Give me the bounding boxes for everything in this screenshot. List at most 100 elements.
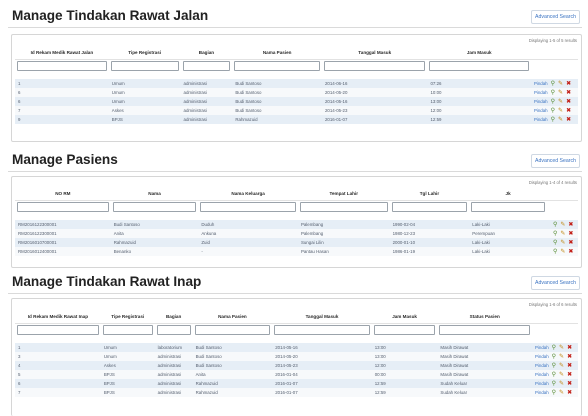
filter-input[interactable] [156, 325, 191, 336]
pindah-link[interactable]: Pindah [535, 345, 549, 350]
edit-icon[interactable]: ✎ [559, 380, 564, 387]
delete-icon[interactable]: ✖ [568, 221, 573, 228]
column-header[interactable]: Jam Masuk [371, 311, 438, 324]
delete-icon[interactable]: ✖ [568, 248, 573, 255]
pindah-link[interactable]: Pindah [535, 354, 549, 359]
view-icon[interactable]: ⚲ [553, 221, 557, 228]
pindah-link[interactable]: Pindah [534, 81, 548, 86]
view-icon[interactable]: ⚲ [552, 389, 556, 396]
filter-input[interactable] [373, 325, 436, 336]
page-title: Manage Pasiens [12, 152, 118, 167]
filter-input[interactable] [17, 61, 107, 72]
edit-icon[interactable]: ✎ [558, 116, 563, 123]
column-header[interactable]: Bagian [154, 311, 193, 324]
filter-input[interactable] [194, 325, 271, 336]
view-icon[interactable]: ⚲ [551, 107, 555, 114]
filter-input[interactable] [323, 61, 426, 72]
edit-icon[interactable]: ✎ [558, 89, 563, 96]
column-header[interactable]: Bagian [180, 47, 233, 60]
filter-input[interactable] [112, 202, 197, 213]
pindah-link[interactable]: Pindah [535, 390, 549, 395]
column-header[interactable]: Id Rekam Medik Rawat Inap [15, 311, 101, 324]
column-header[interactable]: NO RM [15, 188, 111, 201]
edit-icon[interactable]: ✎ [558, 80, 563, 87]
delete-icon[interactable]: ✖ [566, 107, 571, 114]
view-icon[interactable]: ⚲ [552, 353, 556, 360]
edit-icon[interactable]: ✎ [560, 239, 565, 246]
view-icon[interactable]: ⚲ [552, 344, 556, 351]
pindah-link[interactable]: Pindah [534, 117, 548, 122]
view-icon[interactable]: ⚲ [553, 239, 557, 246]
filter-input[interactable] [274, 325, 370, 336]
column-header[interactable]: Jam Masuk [427, 47, 531, 60]
pindah-link[interactable]: Pindah [534, 108, 548, 113]
column-header[interactable]: Status Pasien [437, 311, 532, 324]
edit-icon[interactable]: ✎ [560, 221, 565, 228]
view-icon[interactable]: ⚲ [552, 371, 556, 378]
delete-icon[interactable]: ✖ [567, 371, 572, 378]
edit-icon[interactable]: ✎ [560, 248, 565, 255]
advanced-search-button[interactable]: Advanced Search [531, 10, 580, 24]
filter-input[interactable] [471, 202, 545, 213]
pindah-link[interactable]: Pindah [535, 381, 549, 386]
data-table: Id Rekam Medik Rawat Inap Tipe Registras… [15, 311, 578, 397]
pindah-link[interactable]: Pindah [535, 372, 549, 377]
delete-icon[interactable]: ✖ [567, 380, 572, 387]
filter-input[interactable] [429, 61, 529, 72]
filter-input[interactable] [110, 61, 179, 72]
column-header[interactable]: Tipe Registrasi [100, 311, 155, 324]
edit-icon[interactable]: ✎ [559, 389, 564, 396]
view-icon[interactable]: ⚲ [553, 230, 557, 237]
filter-input[interactable] [102, 325, 153, 336]
column-header[interactable]: Tipe Registrasi [108, 47, 181, 60]
column-header[interactable]: Jk [469, 188, 547, 201]
column-header[interactable]: Nama Pasien [192, 311, 273, 324]
delete-icon[interactable]: ✖ [568, 230, 573, 237]
delete-icon[interactable]: ✖ [567, 389, 572, 396]
column-header[interactable]: Nama Pasien [232, 47, 322, 60]
pindah-link[interactable]: Pindah [534, 90, 548, 95]
delete-icon[interactable]: ✖ [567, 362, 572, 369]
filter-input[interactable] [200, 202, 296, 213]
delete-icon[interactable]: ✖ [568, 239, 573, 246]
delete-icon[interactable]: ✖ [566, 89, 571, 96]
column-header[interactable]: Nama [110, 188, 199, 201]
delete-icon[interactable]: ✖ [566, 116, 571, 123]
pindah-link[interactable]: Pindah [535, 363, 549, 368]
edit-icon[interactable]: ✎ [559, 362, 564, 369]
filter-input[interactable] [182, 61, 231, 72]
edit-icon[interactable]: ✎ [558, 98, 563, 105]
view-icon[interactable]: ⚲ [551, 80, 555, 87]
column-header[interactable]: Tgl Lahir [389, 188, 470, 201]
view-icon[interactable]: ⚲ [551, 89, 555, 96]
filter-input[interactable] [299, 202, 388, 213]
advanced-search-button[interactable]: Advanced Search [531, 276, 580, 290]
edit-icon[interactable]: ✎ [560, 230, 565, 237]
column-header[interactable]: Id Rekam Medik Rawat Jalan [15, 47, 109, 60]
column-header[interactable]: Tanggal Masuk [321, 47, 428, 60]
filter-input[interactable] [234, 61, 320, 72]
filter-input[interactable] [17, 325, 99, 336]
edit-icon[interactable]: ✎ [558, 107, 563, 114]
delete-icon[interactable]: ✖ [567, 344, 572, 351]
view-icon[interactable]: ⚲ [552, 380, 556, 387]
column-header[interactable]: Nama Keluarga [198, 188, 298, 201]
view-icon[interactable]: ⚲ [551, 98, 555, 105]
edit-icon[interactable]: ✎ [559, 353, 564, 360]
column-header[interactable]: Tempat Lahir [297, 188, 390, 201]
view-icon[interactable]: ⚲ [553, 248, 557, 255]
delete-icon[interactable]: ✖ [566, 80, 571, 87]
delete-icon[interactable]: ✖ [567, 353, 572, 360]
filter-input[interactable] [17, 202, 109, 213]
advanced-search-button[interactable]: Advanced Search [531, 154, 580, 168]
filter-input[interactable] [439, 325, 530, 336]
table-row: RM2016122300001 Anita Ankuna Palembang 1980-… [15, 229, 578, 238]
pindah-link[interactable]: Pindah [534, 99, 548, 104]
view-icon[interactable]: ⚲ [552, 362, 556, 369]
filter-input[interactable] [391, 202, 468, 213]
edit-icon[interactable]: ✎ [559, 344, 564, 351]
view-icon[interactable]: ⚲ [551, 116, 555, 123]
edit-icon[interactable]: ✎ [559, 371, 564, 378]
delete-icon[interactable]: ✖ [566, 98, 571, 105]
column-header[interactable]: Tanggal Masuk [272, 311, 372, 324]
